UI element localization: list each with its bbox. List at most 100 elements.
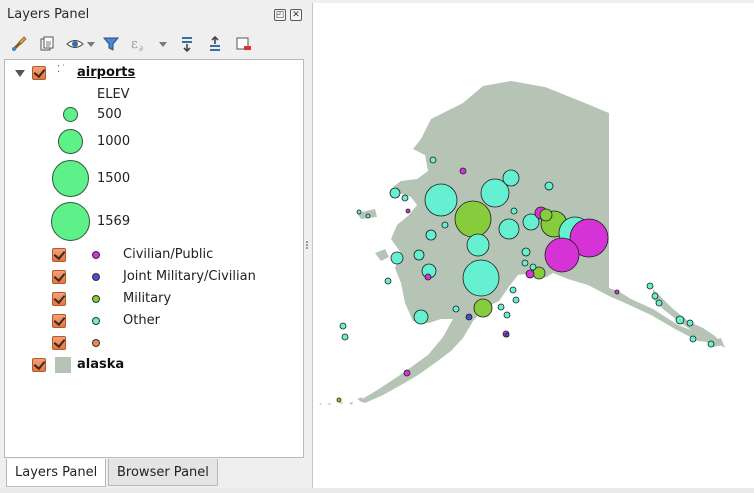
filter-legend-icon[interactable] bbox=[100, 33, 122, 55]
airport-other[interactable] bbox=[655, 299, 663, 307]
point-layer-icon: ⁚˙ bbox=[57, 64, 68, 75]
map-svg bbox=[319, 81, 725, 405]
dock-splitter[interactable] bbox=[305, 240, 309, 250]
tab-layers-panel[interactable]: Layers Panel bbox=[6, 459, 107, 487]
airport-civilian[interactable] bbox=[424, 273, 432, 281]
size-legend-label: 1000 bbox=[97, 134, 131, 149]
airport-military[interactable] bbox=[336, 397, 342, 403]
size-legend-label: 500 bbox=[97, 107, 122, 122]
airport-other[interactable] bbox=[707, 340, 715, 348]
remove-layer-icon[interactable] bbox=[232, 33, 254, 55]
airport-other[interactable] bbox=[389, 187, 401, 199]
alaska-layer-name[interactable]: alaska bbox=[77, 357, 124, 372]
airport-other[interactable] bbox=[429, 156, 437, 164]
expression-dropdown-icon[interactable] bbox=[159, 42, 167, 47]
size-legend-symbol-1500 bbox=[52, 160, 89, 197]
airport-joint[interactable] bbox=[465, 313, 473, 321]
airports-visibility-checkbox[interactable] bbox=[32, 66, 46, 80]
tab-browser-panel[interactable]: Browser Panel bbox=[108, 459, 218, 486]
category-label: Military bbox=[123, 291, 172, 306]
size-legend-label: 1569 bbox=[97, 214, 131, 229]
airport-other[interactable] bbox=[341, 333, 349, 341]
airport-other[interactable] bbox=[529, 263, 537, 271]
airport-other[interactable] bbox=[498, 218, 520, 240]
airport-other[interactable] bbox=[365, 213, 371, 219]
airport-other[interactable] bbox=[646, 282, 654, 290]
airport-other[interactable] bbox=[503, 311, 511, 319]
category-checkbox[interactable] bbox=[52, 314, 66, 328]
airport-other[interactable] bbox=[675, 315, 685, 325]
airport-civilian[interactable] bbox=[614, 289, 620, 295]
airport-other[interactable] bbox=[686, 319, 694, 327]
category-label: Civilian/Public bbox=[123, 247, 214, 262]
airport-other[interactable] bbox=[452, 305, 460, 313]
airport-other[interactable] bbox=[413, 249, 425, 261]
nunivak-island bbox=[375, 249, 389, 261]
alaska-visibility-checkbox[interactable] bbox=[32, 358, 46, 372]
airport-other[interactable] bbox=[356, 209, 362, 215]
float-dock-icon[interactable]: ◰ bbox=[274, 9, 286, 21]
airport-other[interactable] bbox=[425, 229, 437, 241]
dock-tabs: Layers Panel Browser Panel bbox=[4, 459, 304, 487]
dock-title: Layers Panel bbox=[7, 7, 90, 22]
size-legend-symbol-500 bbox=[63, 107, 78, 122]
category-symbol bbox=[92, 273, 100, 281]
close-dock-icon[interactable]: ✕ bbox=[290, 9, 302, 21]
airport-civilian[interactable] bbox=[544, 237, 580, 273]
airport-military[interactable] bbox=[473, 298, 493, 318]
layers-dock: Layers Panel ◰ ✕ ε ∂ ⁚˙ airports ELEV 50… bbox=[0, 0, 308, 493]
dock-header: Layers Panel ◰ ✕ bbox=[0, 0, 308, 30]
airport-civilian[interactable] bbox=[405, 208, 411, 214]
map-canvas[interactable] bbox=[312, 3, 754, 488]
airport-military[interactable] bbox=[454, 200, 492, 238]
airport-other[interactable] bbox=[510, 207, 518, 215]
size-field-label: ELEV bbox=[97, 87, 130, 102]
category-symbol bbox=[92, 251, 100, 259]
airport-other[interactable] bbox=[384, 277, 392, 285]
svg-text:∂: ∂ bbox=[139, 44, 143, 53]
airport-other[interactable] bbox=[466, 233, 490, 257]
alaska-landmass bbox=[319, 81, 725, 405]
filter-expression-icon[interactable]: ε ∂ bbox=[128, 33, 150, 55]
airport-other[interactable] bbox=[497, 303, 505, 311]
airport-other[interactable] bbox=[413, 309, 429, 325]
category-symbol bbox=[92, 317, 100, 325]
airport-joint[interactable] bbox=[504, 332, 510, 338]
visibility-icon[interactable] bbox=[64, 33, 86, 55]
airport-civilian[interactable] bbox=[525, 269, 535, 279]
expand-arrow-icon[interactable] bbox=[15, 70, 25, 77]
airport-other[interactable] bbox=[424, 183, 458, 217]
airports-layer-name[interactable]: airports bbox=[77, 65, 135, 80]
expand-all-icon[interactable] bbox=[176, 33, 198, 55]
category-checkbox[interactable] bbox=[52, 248, 66, 262]
layers-toolbar: ε ∂ bbox=[8, 33, 303, 57]
airport-other[interactable] bbox=[502, 169, 520, 187]
airport-civilian[interactable] bbox=[459, 167, 467, 175]
airport-other[interactable] bbox=[512, 296, 520, 304]
airport-other[interactable] bbox=[651, 292, 659, 300]
collapse-all-icon[interactable] bbox=[204, 33, 226, 55]
airport-other[interactable] bbox=[339, 322, 347, 330]
category-checkbox[interactable] bbox=[52, 292, 66, 306]
visibility-dropdown-icon[interactable] bbox=[87, 42, 95, 47]
style-manager-icon[interactable] bbox=[8, 33, 30, 55]
airport-other[interactable] bbox=[401, 194, 409, 202]
airport-other[interactable] bbox=[462, 259, 500, 297]
airport-other[interactable] bbox=[441, 221, 449, 229]
category-checkbox[interactable] bbox=[52, 270, 66, 284]
size-legend-symbol-1569 bbox=[51, 202, 90, 241]
size-legend-symbol-1000 bbox=[58, 129, 83, 154]
airport-other[interactable] bbox=[521, 259, 529, 267]
airport-other[interactable] bbox=[390, 251, 404, 265]
category-checkbox[interactable] bbox=[52, 336, 66, 350]
airport-other[interactable] bbox=[544, 181, 554, 191]
airport-other[interactable] bbox=[689, 335, 697, 343]
status-strip bbox=[0, 488, 754, 493]
airport-civilian[interactable] bbox=[403, 369, 411, 377]
layer-tree[interactable]: ⁚˙ airports ELEV 500 1000 1500 1569 Civi… bbox=[4, 59, 304, 458]
airport-other[interactable] bbox=[509, 286, 517, 294]
airport-military[interactable] bbox=[539, 208, 553, 222]
add-group-icon[interactable] bbox=[36, 33, 58, 55]
alaska-mainland bbox=[359, 81, 725, 403]
airport-other[interactable] bbox=[521, 247, 531, 257]
